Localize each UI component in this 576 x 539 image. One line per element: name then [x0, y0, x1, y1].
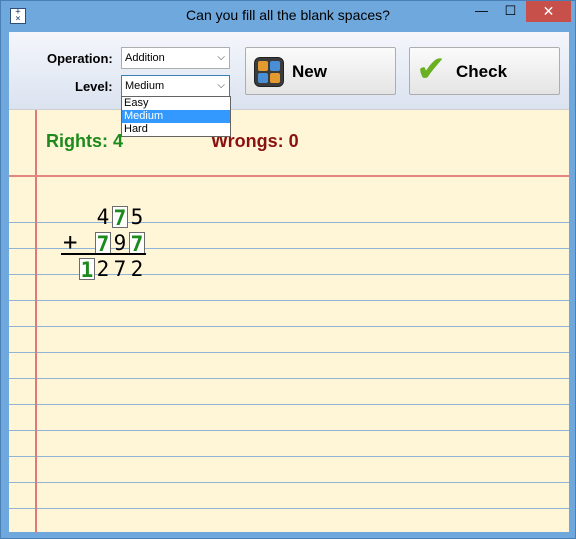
new-button[interactable]: New [245, 47, 396, 95]
level-option-hard[interactable]: Hard [122, 123, 230, 136]
maximize-icon[interactable]: ☐ [497, 1, 524, 22]
chevron-down-icon[interactable]: ⌵ [217, 48, 225, 68]
margin-line [35, 110, 37, 533]
sum-line [61, 253, 146, 255]
green-checkmark-icon: ✔ [416, 49, 447, 90]
close-icon[interactable]: ✕ [526, 1, 571, 22]
header-rule [9, 175, 569, 177]
digit-input[interactable]: 7 [112, 206, 128, 229]
level-option-medium[interactable]: Medium [122, 110, 230, 123]
digit-input[interactable]: 7 [129, 232, 145, 255]
level-option-easy[interactable]: Easy [122, 97, 230, 110]
digit-cell: 2 [130, 257, 144, 281]
rights-score: Rights: 4 [46, 131, 124, 151]
level-dropdown-list[interactable]: Easy Medium Hard [121, 96, 231, 137]
digit-input[interactable]: 1 [79, 258, 95, 281]
paper-header [9, 110, 569, 198]
digit-cell: 5 [130, 205, 144, 229]
level-select[interactable]: Medium ⌵ [121, 75, 230, 97]
minimize-icon[interactable]: — [468, 1, 495, 22]
new-button-label: New [292, 62, 327, 81]
digit-cell: 2 [96, 257, 110, 281]
check-button-label: Check [456, 62, 508, 81]
digit-input[interactable]: 7 [95, 232, 111, 255]
toolbar: Operation: Addition ⌵ Level: Medium ⌵ Ne… [9, 32, 569, 109]
operation-select[interactable]: Addition ⌵ [121, 47, 230, 69]
app-window: + × Can you fill all the blank spaces? — … [0, 0, 576, 539]
digit-cell: 4 [96, 205, 110, 229]
digit-cell: 9 [113, 231, 127, 255]
level-select-value: Medium [125, 80, 165, 92]
worksheet-paper: Rights: 4 Wrongs: 0 4 7 5 + 7 9 7 1 2 7 … [9, 109, 569, 533]
operation-select-value: Addition [125, 52, 165, 64]
operation-label: Operation: [47, 51, 113, 66]
client-area: Operation: Addition ⌵ Level: Medium ⌵ Ne… [9, 32, 569, 533]
level-label: Level: [75, 79, 113, 94]
calculator-icon [254, 57, 284, 87]
title-bar[interactable]: + × Can you fill all the blank spaces? — … [1, 1, 575, 32]
check-button[interactable]: ✔ Check [409, 47, 560, 95]
plus-operator: + [63, 228, 78, 256]
digit-cell: 7 [113, 257, 127, 281]
chevron-down-icon[interactable]: ⌵ [217, 76, 225, 96]
